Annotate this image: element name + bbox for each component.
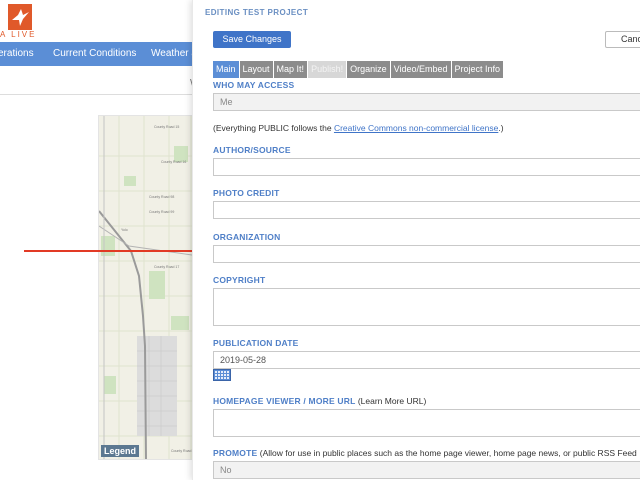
promote-label-text: PROMOTE	[213, 448, 258, 458]
organization-label: ORGANIZATION	[213, 232, 281, 242]
promote-select[interactable]: No	[213, 461, 640, 479]
license-note-suffix: .)	[498, 123, 504, 133]
homepage-viewer-label-text: HOMEPAGE VIEWER / MORE URL	[213, 396, 356, 406]
promote-label: PROMOTE (Allow for use in public places …	[213, 448, 637, 458]
tab-main[interactable]: Main	[213, 61, 239, 78]
copyright-label: COPYRIGHT	[213, 275, 266, 285]
tab-project-info[interactable]: Project Info	[451, 61, 504, 78]
copyright-textarea[interactable]	[213, 288, 640, 326]
author-source-label: AUTHOR/SOURCE	[213, 145, 291, 155]
publication-date-input[interactable]: 2019-05-28	[213, 351, 640, 369]
map-road-label: County Road 99	[149, 210, 174, 214]
calendar-icon[interactable]	[213, 369, 231, 381]
tab-organize[interactable]: Organize	[347, 61, 390, 78]
creative-commons-link[interactable]: Creative Commons non-commercial license	[334, 123, 498, 133]
tab-publish[interactable]: Publish!	[308, 61, 347, 78]
map-canvas: County Road 15 County Road 16 Yolo Count…	[99, 116, 197, 459]
license-note-prefix: (Everything PUBLIC follows the	[213, 123, 334, 133]
who-may-access-label: WHO MAY ACCESS	[213, 80, 295, 90]
nav-item-current-conditions[interactable]: Current Conditions	[53, 48, 136, 59]
logo-text: A LIVE	[0, 30, 37, 39]
promote-note: (Allow for use in public places such as …	[257, 448, 637, 458]
photo-credit-input[interactable]	[213, 201, 640, 219]
panel-title: EDITING TEST PROJECT	[205, 8, 309, 17]
license-note: (Everything PUBLIC follows the Creative …	[213, 123, 504, 133]
map-legend-button[interactable]: Legend	[101, 445, 140, 457]
map-road-label: County Road 15	[154, 125, 179, 129]
homepage-viewer-url-input[interactable]	[213, 409, 640, 437]
homepage-viewer-label: HOMEPAGE VIEWER / MORE URL (Learn More U…	[213, 396, 426, 406]
cancel-button[interactable]: Cance	[605, 31, 640, 48]
author-source-input[interactable]	[213, 158, 640, 176]
tab-bar: Main Layout Map It! Publish! Organize Vi…	[213, 61, 504, 78]
map-view[interactable]: County Road 15 County Road 16 Yolo Count…	[98, 115, 198, 460]
editing-panel: EDITING TEST PROJECT Save Changes Cance …	[192, 0, 640, 480]
red-arrow-icon	[24, 244, 212, 258]
nav-item-weather[interactable]: Weather a	[151, 48, 197, 59]
organization-input[interactable]	[213, 245, 640, 263]
map-road-label: County Road 17	[154, 265, 179, 269]
homepage-viewer-note: (Learn More URL)	[355, 396, 427, 406]
nav-item-operations[interactable]: erations	[0, 48, 34, 59]
tab-map-it[interactable]: Map It!	[273, 61, 308, 78]
tab-video-embed[interactable]: Video/Embed	[390, 61, 451, 78]
map-road-label: County Road 98	[149, 195, 174, 199]
photo-credit-label: PHOTO CREDIT	[213, 188, 280, 198]
publication-date-label: PUBLICATION DATE	[213, 338, 299, 348]
map-town-label: Yolo	[121, 228, 128, 232]
map-road-label: County Road 16	[161, 160, 186, 164]
logo-bird-icon[interactable]	[8, 4, 32, 30]
who-may-access-select[interactable]: Me	[213, 93, 640, 111]
save-changes-button[interactable]: Save Changes	[213, 31, 291, 48]
tab-layout[interactable]: Layout	[239, 61, 273, 78]
